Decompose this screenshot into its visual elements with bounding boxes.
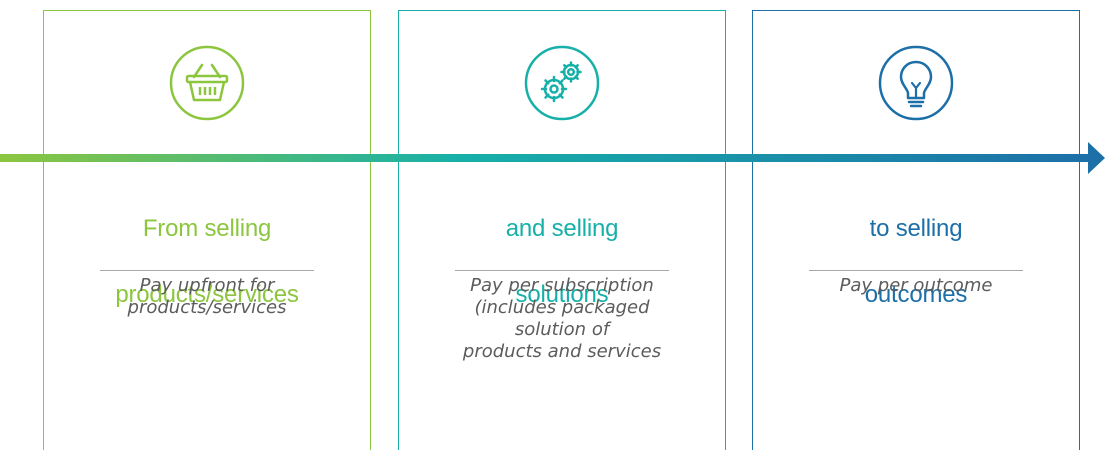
basket-icon bbox=[169, 45, 245, 121]
heading-line: and selling bbox=[505, 215, 619, 242]
divider bbox=[455, 270, 669, 271]
description-line: Pay per subscription bbox=[470, 275, 654, 296]
divider bbox=[100, 270, 314, 271]
progression-arrow bbox=[0, 142, 1105, 174]
heading-line: From selling bbox=[142, 215, 272, 242]
description-line: (includes packaged bbox=[474, 297, 650, 318]
description-line: products/services bbox=[127, 297, 287, 318]
lightbulb-icon bbox=[878, 45, 954, 121]
stage-description: Pay upfront for products/services bbox=[64, 275, 350, 319]
stage-description: Pay per subscription (includes packaged … bbox=[419, 275, 705, 363]
stage-heading: to selling outcomes bbox=[753, 179, 1079, 344]
divider bbox=[809, 270, 1023, 271]
stage-description: Pay per outcome bbox=[773, 275, 1059, 297]
description-line: Pay upfront for bbox=[139, 275, 275, 296]
description-line: Pay per outcome bbox=[839, 275, 993, 296]
description-line: solution of bbox=[514, 319, 610, 340]
description-line: products and services bbox=[462, 341, 662, 362]
gears-icon bbox=[524, 45, 600, 121]
stage-panel-products: From selling products/services Pay upfro… bbox=[43, 10, 371, 450]
heading-line: to selling bbox=[869, 215, 963, 242]
stage-heading: From selling products/services bbox=[44, 179, 370, 344]
stage-panel-solutions: and selling solutions Pay per subscripti… bbox=[398, 10, 726, 450]
stage-panel-outcomes: to selling outcomes Pay per outcome bbox=[752, 10, 1080, 450]
